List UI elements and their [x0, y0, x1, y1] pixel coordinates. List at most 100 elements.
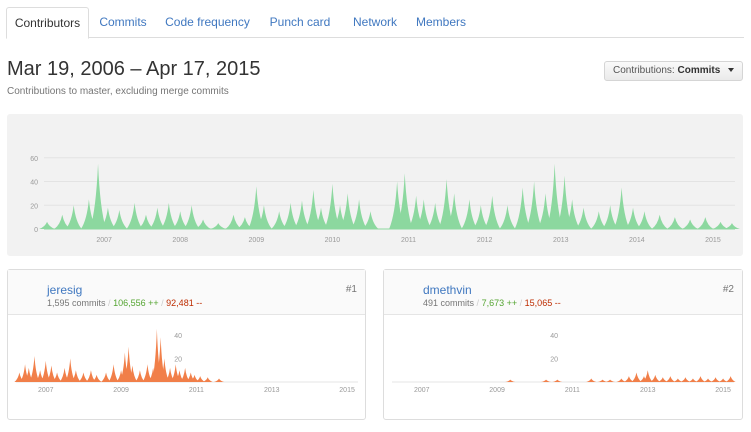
data-spike	[225, 214, 242, 229]
x-tick-label: 2013	[640, 387, 656, 394]
x-tick-label: 2008	[172, 237, 188, 244]
data-spike	[672, 378, 683, 382]
data-spike	[695, 376, 706, 382]
data-spike	[214, 378, 225, 382]
contribution-type-select[interactable]: Contributions: Commits	[604, 61, 743, 81]
y-tick-label: 40	[30, 180, 38, 187]
contribution-type-label: Contributions:	[613, 65, 675, 76]
y-tick-label: 60	[30, 156, 38, 163]
data-spike	[111, 210, 128, 229]
x-tick-label: 2015	[715, 387, 731, 394]
tab-nav: Contributors Commits Code frequency Punc…	[6, 7, 744, 39]
data-spike	[160, 202, 177, 229]
tab-code-frequency[interactable]: Code frequency	[157, 7, 258, 38]
contributor-graph: 40 20 2007 2009 2011 2013 2015	[392, 333, 736, 394]
data-spike	[126, 202, 143, 229]
x-tick-label: 2009	[489, 387, 505, 394]
contributor-login[interactable]: jeresig	[47, 283, 82, 297]
stats-separator: /	[108, 298, 111, 308]
tab-members[interactable]: Members	[408, 7, 474, 38]
contributor-rank: #1	[345, 284, 357, 295]
x-tick-label: 2015	[705, 237, 721, 244]
data-spike	[718, 378, 729, 382]
x-tick-label: 2013	[264, 387, 280, 394]
data-spike	[134, 370, 145, 382]
y-tick-label: 20	[174, 356, 182, 363]
data-spike	[39, 221, 56, 229]
data-spike	[78, 372, 89, 382]
deletions-count: 92,481 --	[166, 298, 203, 308]
contributor-login[interactable]: dmethvin	[423, 283, 472, 297]
deletions-count: 15,065 --	[524, 298, 561, 308]
stats-separator: /	[519, 298, 523, 308]
contributor-card-2: dmethvin 491 commits / 7,673 ++ / 15,065…	[383, 269, 743, 420]
contributor-stats: 491 commits / 7,673 ++ / 15,065 --	[423, 298, 561, 308]
data-spike	[613, 187, 630, 229]
data-spike	[461, 199, 478, 229]
tab-commits[interactable]: Commits	[90, 7, 156, 38]
x-tick-label: 2010	[325, 237, 341, 244]
data-spike	[499, 205, 516, 229]
stats-separator: /	[476, 298, 480, 308]
x-tick-label: 2012	[477, 237, 493, 244]
y-tick-label: 0	[34, 227, 38, 234]
data-spike	[725, 376, 736, 382]
tab-network[interactable]: Network	[342, 7, 408, 38]
commit-count[interactable]: 491 commits	[423, 298, 474, 308]
data-spike	[665, 376, 676, 382]
data-spike	[631, 372, 642, 382]
data-spike	[108, 364, 119, 382]
data-spike	[650, 374, 661, 382]
avatar[interactable]	[16, 281, 41, 306]
main-contributions-graph[interactable]: 60 40 20 0 2007 2008 2009 2010 2011 2012 2013 2014 2…	[7, 114, 743, 256]
y-tick-label: 20	[550, 356, 558, 363]
contributor-stats: 1,595 commits / 106,556 ++ / 92,481 --	[47, 298, 202, 308]
tab-contributors[interactable]: Contributors	[6, 7, 89, 39]
data-spike	[210, 223, 227, 229]
x-tick-label: 2015	[339, 387, 355, 394]
x-tick-label: 2007	[38, 387, 54, 394]
x-tick-label: 2007	[96, 237, 112, 244]
contributor-header: jeresig 1,595 commits / 106,556 ++ / 92,…	[8, 270, 365, 315]
x-tick-label: 2009	[113, 387, 129, 394]
data-spike	[703, 378, 714, 382]
x-tick-label: 2011	[401, 237, 416, 244]
data-spike	[697, 217, 714, 229]
data-spike	[712, 221, 729, 229]
data-spike	[651, 214, 668, 229]
data-spike	[484, 195, 501, 229]
x-tick-label: 2014	[629, 237, 645, 244]
data-spike	[682, 219, 699, 229]
contributor-rank: #2	[722, 284, 734, 295]
additions-count: 106,556 ++	[113, 298, 159, 308]
additions-count: 7,673 ++	[481, 298, 518, 308]
tab-punch-card[interactable]: Punch card	[259, 7, 341, 38]
contributor-card-1: jeresig 1,595 commits / 106,556 ++ / 92,…	[7, 269, 366, 420]
data-spike	[657, 377, 668, 382]
date-range-title: Mar 19, 2006 – Apr 17, 2015	[7, 58, 261, 80]
x-tick-label: 2011	[565, 387, 580, 394]
x-tick-label: 2007	[414, 387, 430, 394]
contributor-graph: 40 20 2007 2009 2011 2013 2015	[14, 328, 358, 394]
stats-separator: /	[161, 298, 164, 308]
graph-subtitle: Contributions to master, excluding merge…	[7, 86, 229, 97]
x-tick-label: 2011	[189, 387, 204, 394]
data-spike	[282, 202, 299, 229]
data-spike	[710, 377, 721, 382]
avatar[interactable]	[392, 281, 417, 306]
commit-count[interactable]: 1,595 commits	[47, 298, 106, 308]
data-spike	[586, 378, 597, 382]
contribution-type-value: Commits	[677, 65, 721, 76]
y-tick-label: 40	[174, 333, 182, 340]
data-spike	[623, 376, 634, 382]
y-tick-label: 20	[30, 203, 38, 210]
data-spike	[202, 377, 213, 382]
data-spike	[616, 378, 627, 382]
y-tick-label: 40	[550, 333, 558, 340]
data-spike	[65, 205, 82, 229]
main-graph-svg: 60 40 20 0 2007 2008 2009 2010 2011 2012 2013 2014 2…	[30, 156, 740, 244]
x-tick-label: 2013	[553, 237, 569, 244]
data-spike	[183, 205, 200, 229]
caret-down-icon	[728, 68, 735, 73]
data-spike	[666, 217, 683, 229]
